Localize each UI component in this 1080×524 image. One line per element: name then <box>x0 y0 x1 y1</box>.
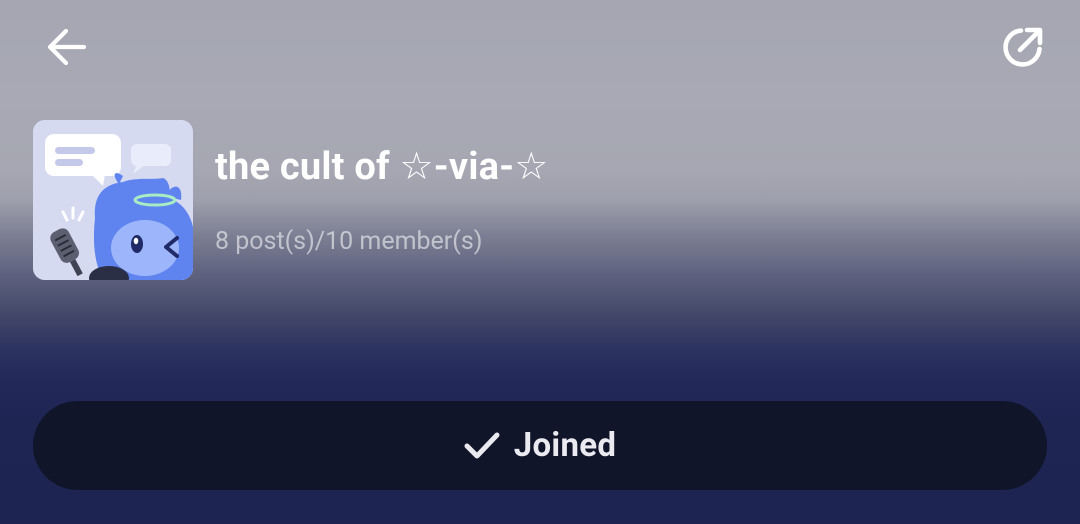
joined-button[interactable]: Joined <box>33 401 1047 490</box>
group-name: the cult of ☆-via-☆ <box>215 145 549 189</box>
back-button[interactable] <box>38 24 94 70</box>
arrow-left-icon <box>44 27 88 67</box>
joined-label: Joined <box>513 426 617 465</box>
mascot-chat-bubble-avatar-icon <box>33 120 193 280</box>
group-avatar[interactable] <box>33 120 193 280</box>
share-external-icon <box>1001 25 1045 69</box>
checkmark-icon <box>464 431 500 461</box>
group-stats: 8 post(s)/10 member(s) <box>215 227 483 256</box>
share-button[interactable] <box>996 20 1050 74</box>
